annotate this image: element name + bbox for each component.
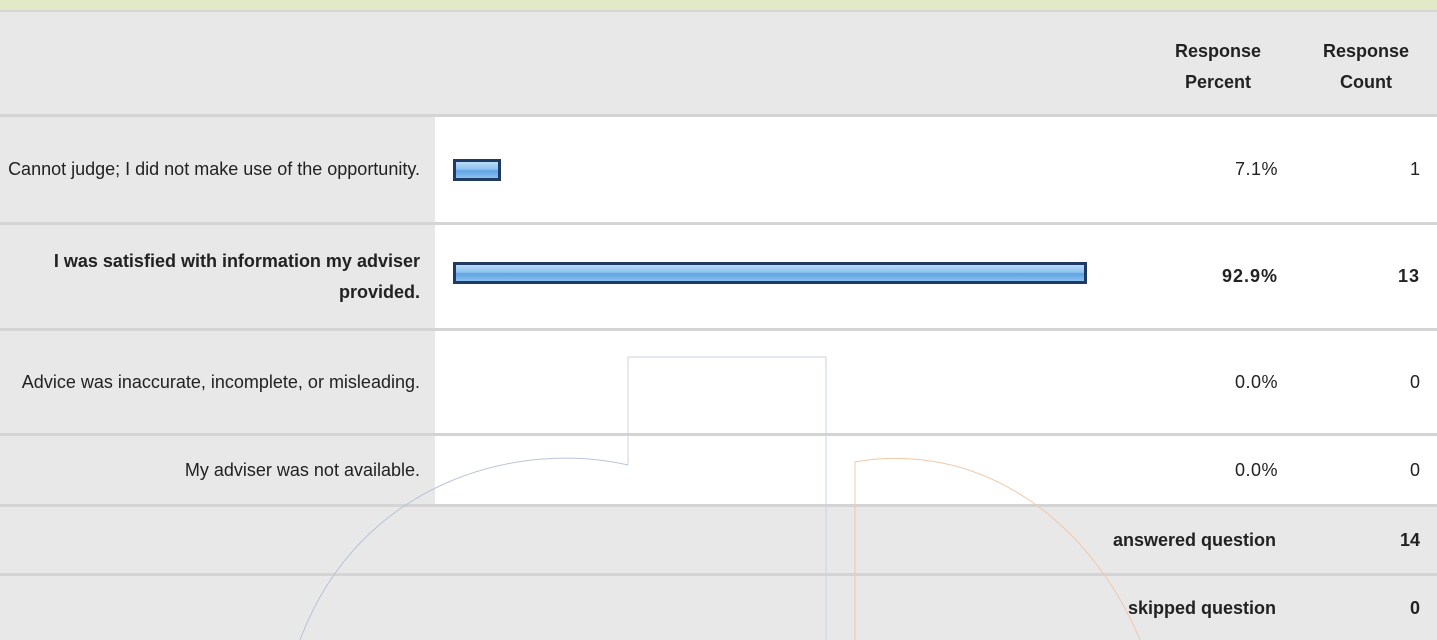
- response-bar: [453, 262, 1087, 284]
- bar-cell: [435, 117, 1147, 222]
- answer-percent: 0.0%: [1147, 436, 1293, 504]
- answer-percent: 0.0%: [1147, 331, 1293, 433]
- answer-row-cannot-judge: Cannot judge; I did not make use of the …: [0, 117, 1437, 222]
- answer-count: 0: [1293, 436, 1437, 504]
- header-response-count: Response Count: [1322, 41, 1410, 92]
- answered-question-label: answered question: [1112, 529, 1276, 550]
- answer-label: Cannot judge; I did not make use of the …: [8, 159, 420, 179]
- bar-cell: [435, 331, 1147, 433]
- top-band: [0, 0, 1437, 12]
- answer-count: 1: [1293, 117, 1437, 222]
- skipped-question-row: skipped question 0: [0, 576, 1437, 640]
- header-response-percent: Response Percent: [1174, 41, 1262, 92]
- answer-row-satisfied: I was satisfied with information my advi…: [0, 225, 1437, 328]
- answer-percent: 92.9%: [1147, 225, 1293, 328]
- skipped-question-value: 0: [1409, 597, 1420, 618]
- skipped-question-label: skipped question: [1127, 597, 1276, 618]
- answer-label: Advice was inaccurate, incomplete, or mi…: [21, 371, 420, 392]
- table-header: Response Percent Response Count: [0, 12, 1437, 114]
- bar-cell: [435, 225, 1147, 328]
- answer-label: My adviser was not available.: [184, 459, 420, 480]
- answer-percent: 7.1%: [1147, 117, 1293, 222]
- answered-question-row: answered question 14: [0, 507, 1437, 573]
- answered-question-value: 14: [1399, 529, 1420, 550]
- answer-count: 13: [1293, 225, 1437, 328]
- answer-row-inaccurate: Advice was inaccurate, incomplete, or mi…: [0, 331, 1437, 433]
- answer-count: 0: [1293, 331, 1437, 433]
- answer-row-not-available: My adviser was not available. 0.0% 0: [0, 436, 1437, 504]
- bar-cell: [435, 436, 1147, 504]
- answer-label: I was satisfied with information my advi…: [53, 250, 420, 302]
- response-bar: [453, 159, 501, 181]
